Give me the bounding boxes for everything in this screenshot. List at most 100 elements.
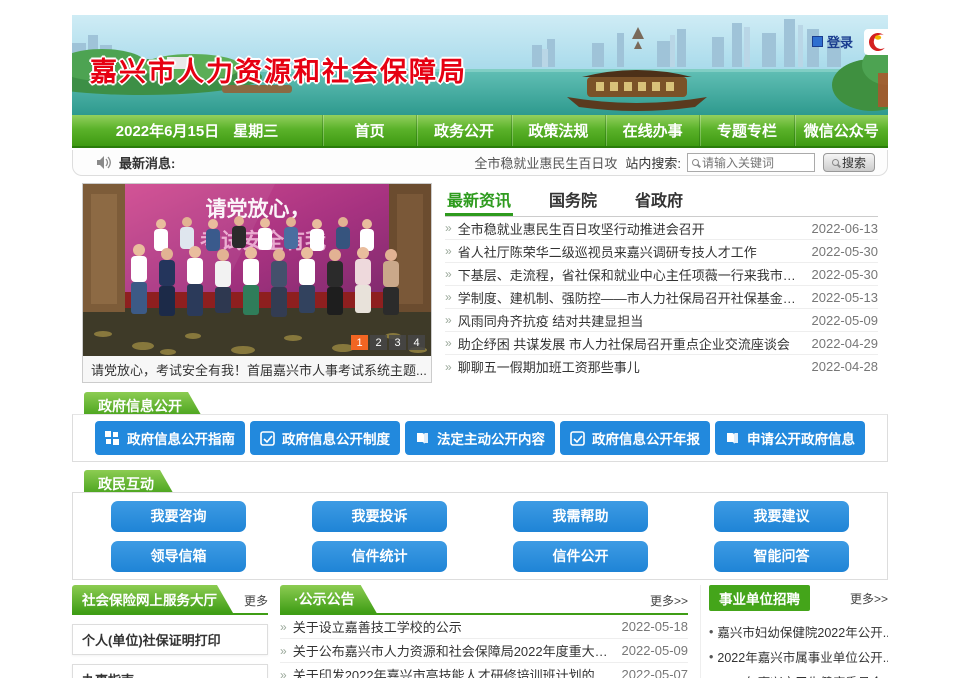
button-need-help[interactable]: 我需帮助 [513,501,648,532]
button-disclosure-rules[interactable]: 政府信息公开制度 [250,421,400,455]
announcements-more-link[interactable]: 更多>> [650,592,688,613]
news-title: 风雨同舟齐抗疫 结对共建显担当 [458,311,802,330]
interaction-box: 我要咨询 我要投诉 我需帮助 我要建议 领导信箱 信件统计 信件公开 智能问答 [72,492,888,580]
button-letter-stats[interactable]: 信件统计 [312,541,447,572]
announcement-date: 2022-05-07 [622,667,689,678]
news-item[interactable]: » 助企纾困 共谋发展 市人力社保局召开重点企业交流座谈会 2022-04-29 [445,332,878,355]
nav-item-special-columns[interactable]: 专题专栏 [699,115,793,146]
search-button-icon [832,159,839,166]
recruitment-item[interactable]: • 2022年嘉兴市属事业单位公开... [709,644,888,669]
news-tabs: 最新资讯 国务院 省政府 [445,185,878,217]
recruitment-item[interactable]: • 2022年嘉兴市卫生健康委员会... [709,669,888,678]
social-insurance-more-link[interactable]: 更多 [244,592,268,613]
recruitment-title: 2022年嘉兴市卫生健康委员会... [717,672,888,678]
news-item[interactable]: » 下基层、走流程，省社保和就业中心主任项薇一行来我市调研“国统”上线情况 20… [445,263,878,286]
bullet-icon: • [709,625,713,639]
button-consult[interactable]: 我要咨询 [111,501,246,532]
date-text: 2022年6月15日 [116,120,219,141]
site-logo[interactable]: 中国嘉兴 JIAXING CHINA [864,29,888,55]
ticker-label: 最新消息: [119,153,175,172]
button-leader-mailbox[interactable]: 领导信箱 [111,541,246,572]
recruitment-more-link[interactable]: 更多>> [850,590,888,607]
double-arrow-icon: » [280,620,287,634]
news-item[interactable]: » 全市稳就业惠民生百日攻坚行动推进会召开 2022-06-13 [445,217,878,240]
section-header-social-insurance: 社会保险网上服务大厅 [72,585,233,613]
announcement-date: 2022-05-09 [622,643,689,658]
news-item[interactable]: » 学制度、建机制、强防控——市人力社保局召开社保基金要情专题学习会 2022-… [445,286,878,309]
double-arrow-icon: » [445,313,452,327]
announcement-item[interactable]: » 关于设立嘉善技工学校的公示 2022-05-18 [280,615,688,639]
double-arrow-icon: » [445,244,452,258]
button-disclosure-guide[interactable]: 政府信息公开指南 [95,421,245,455]
button-proactive-disclosure[interactable]: 法定主动公开内容 [405,421,555,455]
site-search-label: 站内搜索: [625,153,681,172]
announcement-date: 2022-05-18 [622,619,689,634]
double-arrow-icon: » [445,336,452,350]
double-arrow-icon: » [280,644,287,658]
ticker-scrolling-text[interactable]: 全市稳就业惠民生百日攻 [474,153,617,172]
double-arrow-icon: » [280,668,287,678]
news-date: 2022-05-30 [812,244,879,259]
news-date: 2022-05-09 [812,313,879,328]
tab-latest-news[interactable]: 最新资讯 [445,185,513,216]
button-smart-qa[interactable]: 智能问答 [714,541,849,572]
slider-caption[interactable]: 请党放心，考试安全有我！首届嘉兴市人事考试系统主题... [83,356,431,382]
tab-provincial-gov[interactable]: 省政府 [633,185,685,216]
announcements-header: ·公示公告 更多>> [280,585,688,615]
social-insurance-column: 社会保险网上服务大厅 更多 个人(单位)社保证明打印 办事指南 [72,585,268,678]
slider-page-1[interactable]: 1 [351,335,368,350]
slider-photo[interactable]: 请党放心， 考试安全有我 [83,184,431,356]
nav-item-policies[interactable]: 政策法规 [511,115,605,146]
photo-slider[interactable]: 请党放心， 考试安全有我 [82,183,432,383]
news-date: 2022-05-13 [812,290,879,305]
button-request-disclosure[interactable]: 申请公开政府信息 [715,421,865,455]
announcement-item[interactable]: » 关于印发2022年嘉兴市高技能人才研修培训班计划的通知 2022-05-07 [280,663,688,678]
announcements-column: ·公示公告 更多>> » 关于设立嘉善技工学校的公示 2022-05-18 » … [280,585,688,678]
search-button-label: 搜索 [842,154,866,171]
nav-item-online-services[interactable]: 在线办事 [605,115,699,146]
button-label: 政府信息公开指南 [127,428,235,448]
interaction-row-2: 领导信箱 信件统计 信件公开 智能问答 [111,541,849,572]
button-annual-report[interactable]: 政府信息公开年报 [560,421,710,455]
slider-page-3[interactable]: 3 [389,335,406,350]
search-input[interactable] [702,156,810,170]
news-item[interactable]: » 风雨同舟齐抗疫 结对共建显担当 2022-05-09 [445,309,878,332]
speaker-icon [97,156,111,169]
news-date: 2022-04-28 [812,359,879,374]
tab-state-council[interactable]: 国务院 [547,185,599,216]
nav-item-gov-disclosure[interactable]: 政务公开 [416,115,510,146]
announcement-title: 关于公布嘉兴市人力资源和社会保障局2022年度重大行政决策事... [293,641,614,660]
bullet-icon: • [709,675,713,678]
recruitment-header: 事业单位招聘 更多>> [709,585,888,611]
button-label: 法定主动公开内容 [437,428,545,448]
recruitment-item[interactable]: • 嘉兴市妇幼保健院2022年公开... [709,619,888,644]
button-complain[interactable]: 我要投诉 [312,501,447,532]
bullet-icon: • [709,650,713,664]
banner: 嘉兴市人力资源和社会保障局 登录 中国嘉兴 JIAXING CHINA [72,15,888,115]
slider-page-4[interactable]: 4 [408,335,425,350]
photo-slogan-line1: 请党放心， [206,197,311,221]
recruitment-column: 事业单位招聘 更多>> • 嘉兴市妇幼保健院2022年公开... • 2022年… [700,585,888,678]
recruitment-title: 嘉兴市妇幼保健院2022年公开... [717,622,888,641]
news-item[interactable]: » 聊聊五一假期加班工资那些事儿 2022-04-28 [445,355,878,378]
news-title: 下基层、走流程，省社保和就业中心主任项薇一行来我市调研“国统”上线情况 [458,265,802,284]
button-letter-disclosure[interactable]: 信件公开 [513,541,648,572]
button-suggest[interactable]: 我要建议 [714,501,849,532]
news-title: 聊聊五一假期加班工资那些事儿 [458,357,802,376]
social-insurance-item-print-cert[interactable]: 个人(单位)社保证明打印 [72,624,268,655]
announcement-title: 关于设立嘉善技工学校的公示 [293,617,614,636]
announcement-item[interactable]: » 关于公布嘉兴市人力资源和社会保障局2022年度重大行政决策事... 2022… [280,639,688,663]
news-title: 省人社厅陈荣华二级巡视员来嘉兴调研专技人才工作 [458,242,802,261]
login-link[interactable]: 登录 [812,32,853,51]
slider-pagination: 1 2 3 4 [351,335,425,350]
search-button[interactable]: 搜索 [823,153,875,172]
social-insurance-item-service-guide[interactable]: 办事指南 [72,664,268,678]
slider-page-2[interactable]: 2 [370,335,387,350]
nav-item-wechat[interactable]: 微信公众号 [794,115,888,146]
nav-item-home[interactable]: 首页 [322,115,416,146]
news-title: 全市稳就业惠民生百日攻坚行动推进会召开 [458,219,802,238]
button-label: 政府信息公开制度 [282,428,390,448]
news-item[interactable]: » 省人社厅陈荣华二级巡视员来嘉兴调研专技人才工作 2022-05-30 [445,240,878,263]
interaction-row-1: 我要咨询 我要投诉 我需帮助 我要建议 [111,501,849,532]
news-ticker-bar: 最新消息: 全市稳就业惠民生百日攻 站内搜索: 搜索 [72,150,888,176]
